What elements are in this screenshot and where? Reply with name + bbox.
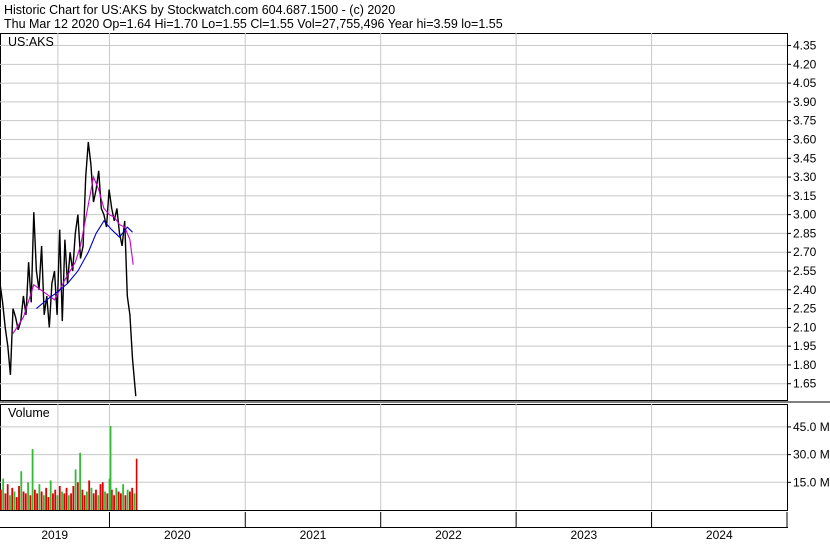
- volume-bar: [38, 484, 41, 510]
- volume-bar: [117, 491, 120, 510]
- volume-bar: [115, 487, 118, 510]
- volume-bar: [70, 493, 72, 510]
- price-tick-label: 3.15: [793, 189, 817, 203]
- price-tick-label: 3.90: [793, 95, 817, 109]
- volume-bar-spike: [135, 458, 138, 510]
- volume-bar: [124, 495, 127, 510]
- volume-tick-label: 45.0 M: [793, 420, 830, 434]
- chart-stats: Thu Mar 12 2020 Op=1.64 Hi=1.70 Lo=1.55 …: [4, 17, 503, 31]
- price-series-line: [0, 141, 137, 397]
- volume-bar: [90, 487, 93, 510]
- volume-bar: [54, 489, 57, 510]
- volume-bar: [11, 487, 14, 510]
- volume-bar: [79, 452, 82, 510]
- volume-bar: [15, 497, 18, 510]
- volume-bar: [63, 493, 66, 510]
- volume-bar: [92, 493, 95, 510]
- price-panel-frame: [0, 33, 788, 401]
- volume-bar: [131, 487, 134, 510]
- price-tick-label: 3.45: [793, 151, 817, 165]
- volume-bar: [83, 495, 86, 510]
- volume-bar: [106, 493, 109, 510]
- price-tick-label: 2.85: [793, 226, 817, 240]
- volume-bar: [67, 495, 70, 510]
- volume-bar: [76, 482, 79, 510]
- volume-bar: [113, 495, 115, 510]
- volume-bar: [88, 480, 91, 510]
- volume-bar: [24, 493, 27, 510]
- volume-bar: [36, 493, 39, 510]
- volume-bar-spike: [109, 426, 112, 510]
- price-tick-label: 1.95: [793, 339, 817, 353]
- volume-bar: [86, 491, 88, 510]
- price-panel-label: US:AKS: [8, 35, 54, 49]
- volume-bar: [43, 495, 45, 510]
- year-label: 2022: [435, 528, 462, 542]
- volume-bar: [126, 489, 129, 510]
- price-tick-label: 4.20: [793, 57, 817, 71]
- volume-bar: [40, 491, 43, 510]
- volume-bar: [18, 486, 20, 510]
- volume-bar: [52, 493, 54, 510]
- price-tick-label: 4.05: [793, 76, 817, 90]
- volume-bar: [72, 486, 75, 510]
- volume-bar: [74, 469, 77, 510]
- price-tick-label: 4.35: [793, 39, 817, 53]
- price-tick-label: 2.70: [793, 245, 817, 259]
- volume-bar: [33, 489, 36, 510]
- volume-bar: [20, 471, 23, 510]
- volume-tick-label: 15.0 M: [793, 475, 830, 489]
- volume-bar: [101, 482, 104, 510]
- volume-bar: [104, 491, 106, 510]
- chart-root: Historic Chart for US:AKS by Stockwatch.…: [0, 0, 830, 543]
- volume-bar: [95, 489, 97, 510]
- volume-bar: [47, 497, 50, 510]
- volume-bar: [2, 478, 5, 510]
- volume-bar: [13, 491, 16, 510]
- chart-title: Historic Chart for US:AKS by Stockwatch.…: [4, 3, 395, 17]
- volume-bar: [27, 482, 29, 510]
- volume-bar: [129, 491, 131, 510]
- price-tick-label: 2.55: [793, 264, 817, 278]
- volume-bar: [122, 484, 125, 510]
- year-label: 2023: [570, 528, 597, 542]
- volume-bar: [61, 491, 63, 510]
- volume-bar: [97, 495, 100, 510]
- price-tick-label: 2.25: [793, 302, 817, 316]
- volume-bar: [56, 495, 59, 510]
- volume-bar: [65, 487, 68, 510]
- volume-bar: [119, 493, 122, 510]
- volume-bar: [133, 493, 136, 510]
- volume-panel-label: Volume: [8, 406, 50, 420]
- volume-bar: [45, 487, 48, 510]
- price-tick-label: 1.65: [793, 377, 817, 391]
- volume-bar: [49, 480, 52, 510]
- volume-tick-label: 30.0 M: [793, 448, 830, 462]
- volume-bar: [29, 495, 32, 510]
- price-tick-label: 3.75: [793, 114, 817, 128]
- volume-bar: [31, 449, 34, 510]
- volume-bar: [22, 491, 25, 510]
- price-tick-label: 2.40: [793, 283, 817, 297]
- price-tick-label: 3.00: [793, 208, 817, 222]
- volume-bar: [99, 484, 102, 510]
- volume-bar: [4, 493, 7, 510]
- price-tick-label: 3.30: [793, 170, 817, 184]
- volume-bar: [6, 484, 9, 510]
- stock-chart: Historic Chart for US:AKS by Stockwatch.…: [0, 3, 830, 542]
- year-label: 2021: [300, 528, 327, 542]
- volume-bar: [9, 495, 11, 510]
- price-tick-label: 2.10: [793, 320, 817, 334]
- price-tick-label: 1.80: [793, 358, 817, 372]
- year-label: 2019: [41, 528, 68, 542]
- price-tick-label: 3.60: [793, 132, 817, 146]
- volume-bar: [81, 489, 84, 510]
- year-label: 2024: [706, 528, 733, 542]
- volume-bar: [0, 489, 2, 510]
- volume-bar: [58, 486, 61, 510]
- year-label: 2020: [164, 528, 191, 542]
